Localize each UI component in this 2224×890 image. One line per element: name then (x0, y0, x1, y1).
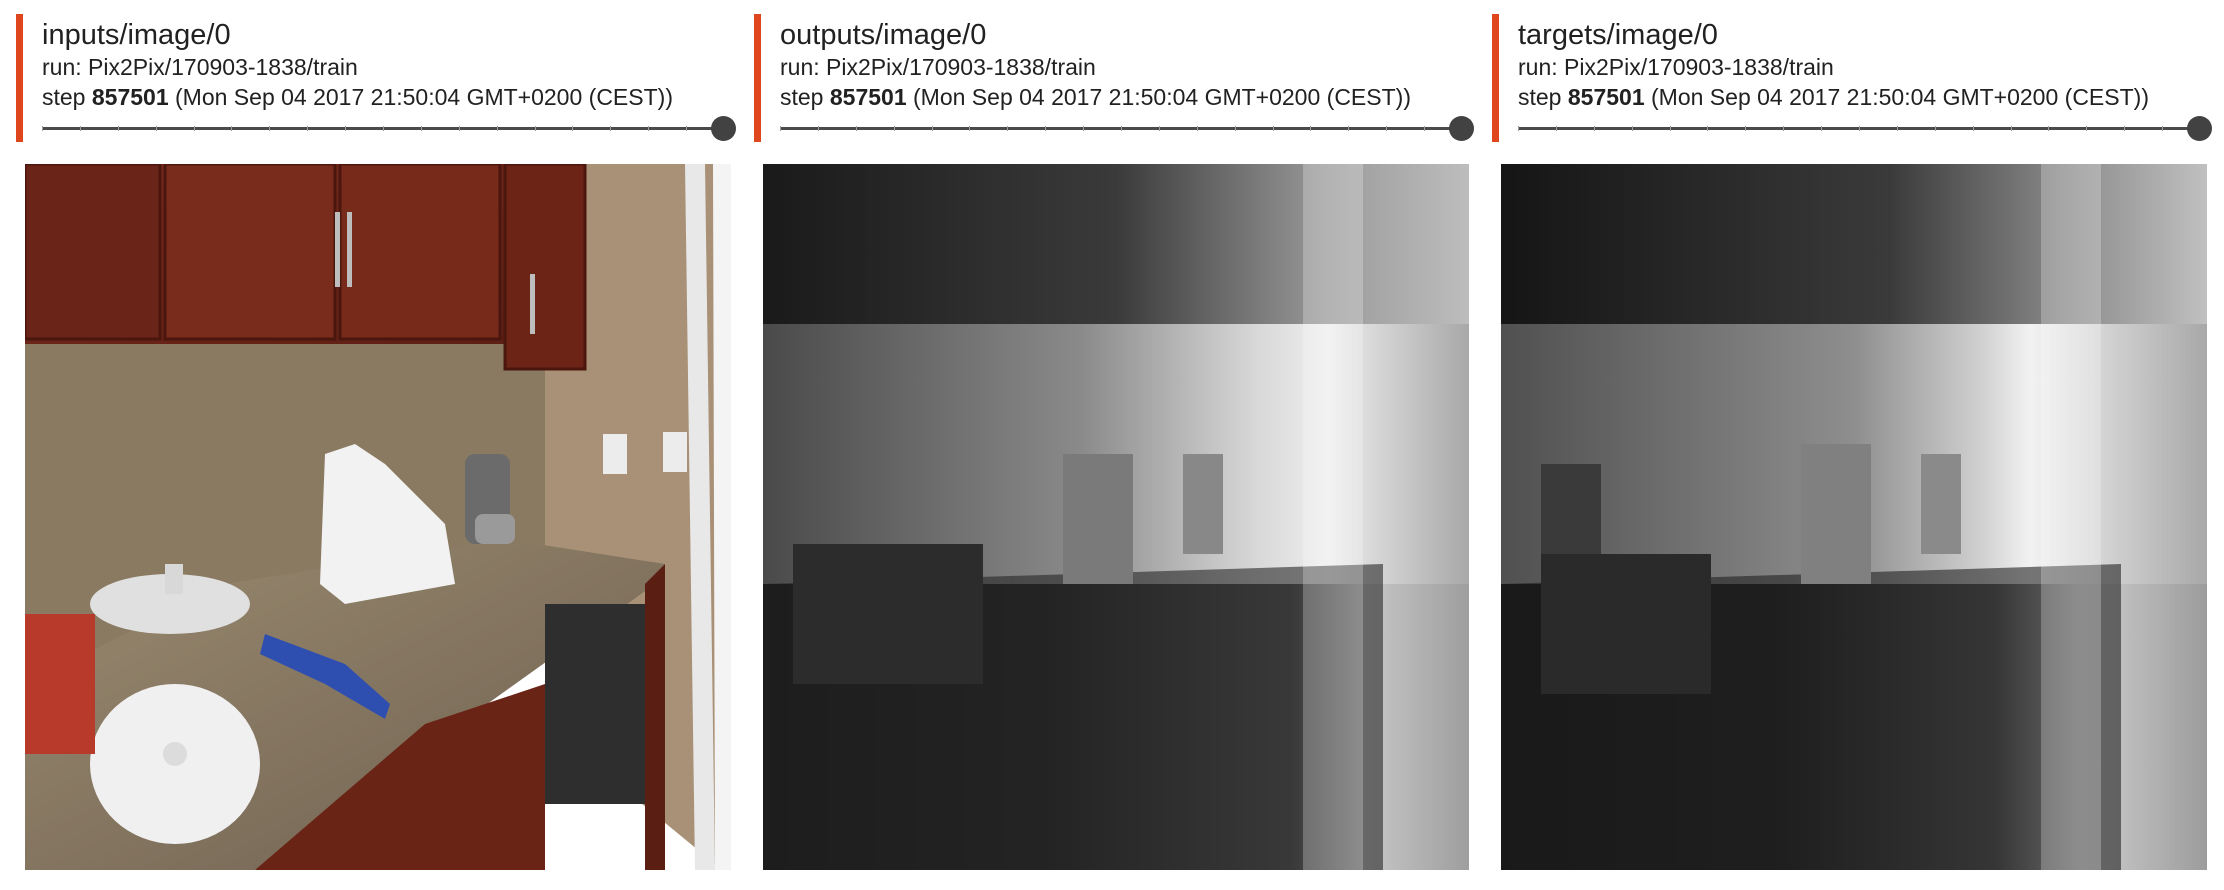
step-slider[interactable] (1518, 116, 2212, 141)
slider-tick (856, 126, 857, 131)
kitchen-photo (25, 164, 731, 870)
image-targets (1501, 164, 2207, 870)
slider-tick (969, 126, 970, 131)
step-time: (Mon Sep 04 2017 21:50:04 GMT+0200 (CEST… (913, 84, 1411, 110)
slider-tick (1594, 126, 1595, 131)
card-header: outputs/image/0 run: Pix2Pix/170903-1838… (754, 14, 1474, 142)
slider-tick (1121, 126, 1122, 131)
step-prefix: step (42, 84, 86, 110)
tag-title: outputs/image/0 (780, 19, 987, 51)
slider-tick (1518, 126, 1519, 131)
slider-tick (194, 126, 195, 131)
slider-tick (1310, 126, 1311, 131)
slider-tick (1556, 126, 1557, 131)
step-prefix: step (1518, 84, 1562, 110)
slider-tick (932, 126, 933, 131)
step-label: step 857501 (Mon Sep 04 2017 21:50:04 GM… (1518, 82, 2212, 112)
slider-tick (1045, 126, 1046, 131)
slider-tick (42, 126, 43, 131)
slider-tick (1159, 126, 1160, 131)
slider-tick (648, 126, 649, 131)
step-value: 857501 (91, 84, 169, 110)
slider-tick (421, 126, 422, 131)
step-value: 857501 (1567, 84, 1645, 110)
slider-tick (610, 126, 611, 131)
slider-knob[interactable] (2187, 116, 2212, 141)
slider-tick (2048, 126, 2049, 131)
slider-tick (1007, 126, 1008, 131)
run-label: run: Pix2Pix/170903-1838/train (42, 54, 358, 80)
step-label: step 857501 (Mon Sep 04 2017 21:50:04 GM… (780, 82, 1474, 112)
slider-tick (383, 126, 384, 131)
slider-tick (1273, 126, 1274, 131)
slider-tick (1197, 126, 1198, 131)
slider-tick (818, 126, 819, 131)
slider-tick (1235, 126, 1236, 131)
depth-map-target (1501, 164, 2207, 870)
tag-title: targets/image/0 (1518, 19, 1718, 51)
run-label: run: Pix2Pix/170903-1838/train (780, 54, 1096, 80)
slider-tick (1821, 126, 1822, 131)
card-header: targets/image/0 run: Pix2Pix/170903-1838… (1492, 14, 2212, 142)
slider-tick (307, 126, 308, 131)
slider-tick (535, 126, 536, 131)
slider-tick (2011, 126, 2012, 131)
slider-tick (1783, 126, 1784, 131)
step-value: 857501 (829, 84, 907, 110)
slider-tick (497, 126, 498, 131)
card-header: inputs/image/0 run: Pix2Pix/170903-1838/… (16, 14, 736, 142)
image-outputs (763, 164, 1469, 870)
slider-tick (1707, 126, 1708, 131)
image-inputs (25, 164, 731, 870)
slider-tick (686, 126, 687, 131)
slider-tick (1670, 126, 1671, 131)
run-label: run: Pix2Pix/170903-1838/train (1518, 54, 1834, 80)
slider-tick (231, 126, 232, 131)
step-slider[interactable] (42, 116, 736, 141)
slider-tick (2124, 126, 2125, 131)
slider-tick (269, 126, 270, 131)
slider-tick (118, 126, 119, 131)
slider-tick (894, 126, 895, 131)
slider-knob[interactable] (711, 116, 736, 141)
step-time: (Mon Sep 04 2017 21:50:04 GMT+0200 (CEST… (175, 84, 673, 110)
slider-tick (1745, 126, 1746, 131)
slider-tick (1348, 126, 1349, 131)
slider-tick (345, 126, 346, 131)
slider-tick (156, 126, 157, 131)
image-card-outputs: outputs/image/0 run: Pix2Pix/170903-1838… (754, 14, 1474, 880)
slider-tick (780, 126, 781, 131)
slider-tick (1859, 126, 1860, 131)
slider-tick (1935, 126, 1936, 131)
slider-tick (2162, 126, 2163, 131)
image-card-inputs: inputs/image/0 run: Pix2Pix/170903-1838/… (16, 14, 736, 880)
depth-map-output (763, 164, 1469, 870)
step-label: step 857501 (Mon Sep 04 2017 21:50:04 GM… (42, 82, 736, 112)
slider-knob[interactable] (1449, 116, 1474, 141)
slider-tick (1386, 126, 1387, 131)
step-time: (Mon Sep 04 2017 21:50:04 GMT+0200 (CEST… (1651, 84, 2149, 110)
slider-tick (459, 126, 460, 131)
tag-title: inputs/image/0 (42, 19, 231, 51)
slider-tick (1632, 126, 1633, 131)
slider-tick (2086, 126, 2087, 131)
image-dashboard: inputs/image/0 run: Pix2Pix/170903-1838/… (0, 0, 2224, 890)
slider-tick (1897, 126, 1898, 131)
slider-tick (80, 126, 81, 131)
slider-tick (1083, 126, 1084, 131)
slider-tick (572, 126, 573, 131)
slider-tick (1424, 126, 1425, 131)
step-slider[interactable] (780, 116, 1474, 141)
image-card-targets: targets/image/0 run: Pix2Pix/170903-1838… (1492, 14, 2212, 880)
step-prefix: step (780, 84, 824, 110)
slider-tick (1973, 126, 1974, 131)
